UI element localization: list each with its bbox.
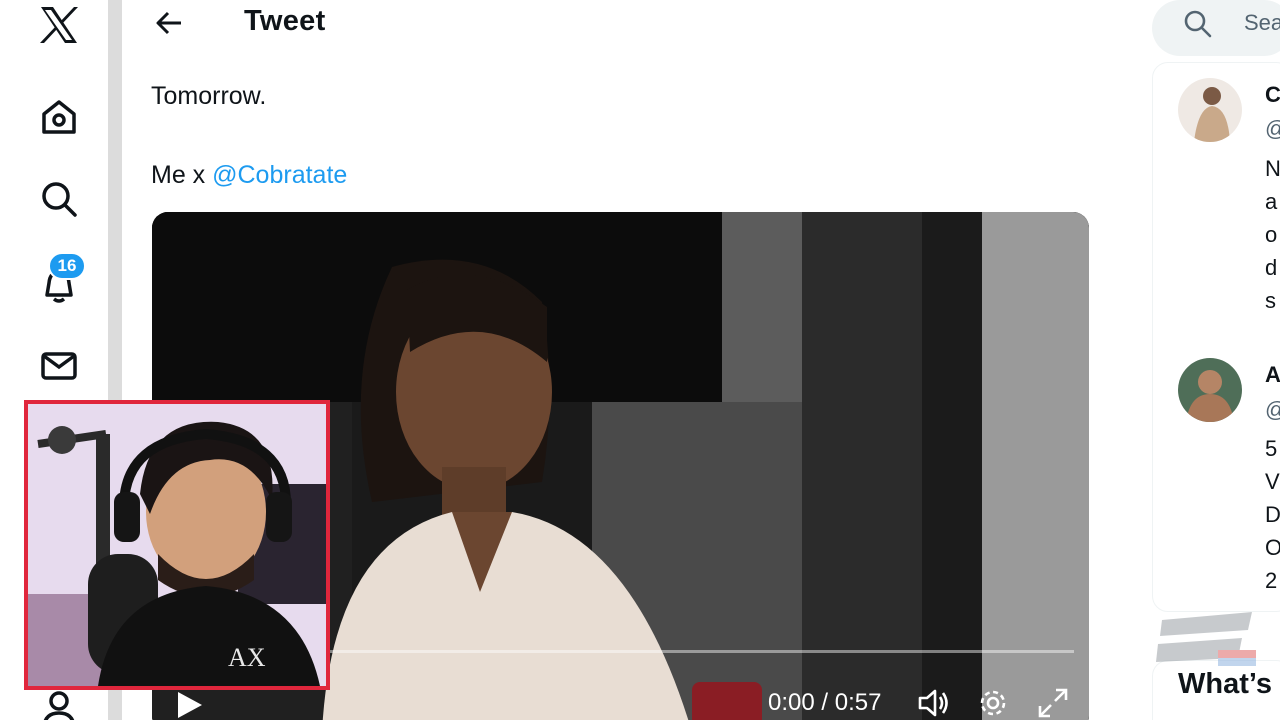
channel-watermark-logo — [1156, 612, 1256, 666]
bio-line: O — [1265, 535, 1280, 560]
mention-link[interactable]: @Cobratate — [212, 161, 347, 189]
webcam-feed: AX — [28, 404, 326, 686]
bio-line: s — [1265, 288, 1276, 313]
bio-line: 5 — [1265, 436, 1278, 461]
profile-icon[interactable] — [36, 686, 82, 720]
recommendation-2-name[interactable]: A — [1265, 358, 1280, 391]
recommendation-2-handle: @ — [1265, 393, 1280, 426]
fullscreen-icon[interactable] — [1036, 686, 1070, 720]
page-title: Tweet — [244, 5, 326, 37]
settings-gear-icon[interactable] — [976, 686, 1010, 720]
video-progress-bar[interactable] — [322, 650, 1074, 653]
bio-line: D — [1265, 502, 1280, 527]
bio-line: N — [1265, 156, 1280, 181]
play-icon[interactable] — [172, 688, 206, 720]
recommendation-1-name[interactable]: C — [1265, 78, 1280, 111]
who-to-follow-panel — [1152, 62, 1280, 612]
svg-text:AX: AX — [228, 643, 266, 672]
bio-line: d — [1265, 255, 1278, 280]
messages-icon[interactable] — [36, 343, 82, 389]
recommendation-2-bio: 5 V D O 2 — [1265, 432, 1280, 597]
search-icon[interactable] — [1182, 8, 1214, 40]
avatar[interactable] — [1178, 358, 1242, 422]
back-arrow-icon[interactable] — [150, 4, 188, 42]
recommendation-1-handle: @ — [1265, 112, 1280, 145]
webcam-overlay: AX — [24, 400, 330, 690]
explore-icon[interactable] — [36, 176, 82, 222]
home-icon[interactable] — [36, 94, 82, 140]
tweet-line-2: Me x @Cobratate — [151, 155, 347, 195]
bio-line: o — [1265, 222, 1278, 247]
recommendation-1-bio: N a o d s — [1265, 152, 1280, 317]
volume-icon[interactable] — [916, 686, 950, 720]
video-time: 0:00 / 0:57 — [768, 689, 882, 716]
tweet-line-1: Tomorrow. — [151, 82, 267, 110]
tweet-text: Tomorrow. Me x @Cobratate — [151, 76, 347, 195]
x-logo-icon[interactable] — [36, 2, 82, 48]
notifications-badge: 16 — [48, 252, 86, 280]
tweet-line-2-prefix: Me x — [151, 161, 213, 189]
bio-line: V — [1265, 469, 1280, 494]
bio-line: a — [1265, 189, 1278, 214]
avatar[interactable] — [1178, 78, 1242, 142]
search-placeholder: Sea — [1244, 10, 1280, 35]
bio-line: 2 — [1265, 568, 1278, 593]
header: Tweet — [122, 0, 1116, 46]
